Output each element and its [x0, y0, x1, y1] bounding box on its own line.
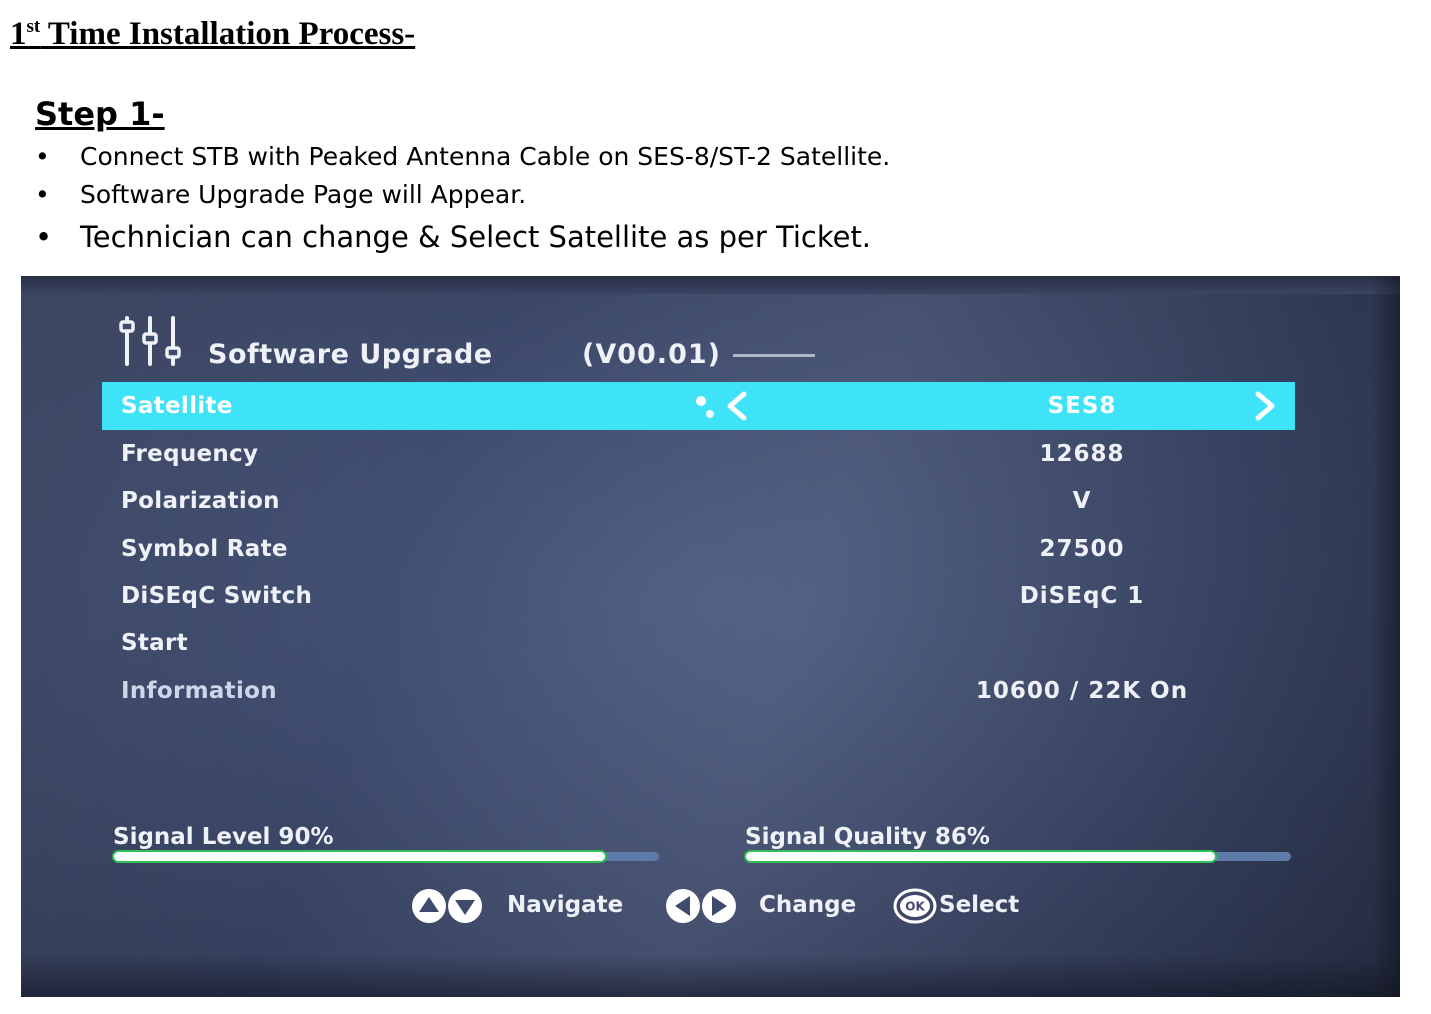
row-label: Polarization	[121, 488, 280, 514]
row-label: Symbol Rate	[121, 536, 288, 562]
bullet-marker: •	[35, 142, 50, 171]
menu-title: Software Upgrade	[208, 339, 493, 370]
down-arrow-button-icon	[448, 889, 482, 923]
left-arrow-button-icon	[666, 889, 700, 923]
tv-screen-photo: Software Upgrade (V00.01) Satellite SES8…	[21, 276, 1400, 997]
row-label: Start	[121, 630, 188, 656]
signal-level-label: Signal Level 90%	[113, 824, 334, 850]
select-hint: Select	[939, 892, 1020, 918]
firmware-version: (V00.01)	[582, 339, 721, 370]
instruction-item: • Connect STB with Peaked Antenna Cable o…	[35, 142, 890, 180]
bullet-marker: •	[35, 220, 53, 254]
change-hint: Change	[759, 892, 857, 918]
screen-bottom-edge	[21, 955, 1400, 997]
instruction-list: • Connect STB with Peaked Antenna Cable o…	[35, 142, 890, 255]
signal-level-bar	[114, 852, 659, 861]
menu-row-polarization[interactable]: Polarization V	[102, 477, 1295, 525]
title-superscript: st	[26, 16, 41, 37]
signal-quality-fill	[746, 852, 1215, 861]
document-title: 1st Time Installation Process-	[10, 16, 415, 52]
chevron-left-icon[interactable]	[724, 391, 750, 421]
instruction-item: • Technician can change & Select Satellit…	[35, 220, 890, 255]
equalizer-settings-icon	[119, 316, 181, 366]
menu-row-diseqc-switch[interactable]: DiSEqC Switch DiSEqC 1	[102, 572, 1295, 620]
chevron-right-icon[interactable]	[1252, 391, 1278, 421]
signal-level-fill	[114, 852, 605, 861]
screen-glare	[696, 396, 714, 418]
title-number: 1	[10, 16, 27, 52]
row-value: V	[1072, 488, 1092, 514]
row-label: DiSEqC Switch	[121, 583, 313, 609]
title-text: Time Installation Process-	[40, 16, 416, 52]
remote-key-legend: Navigate Change OK Select	[411, 888, 1051, 924]
instruction-text: Software Upgrade Page will Appear.	[80, 180, 527, 209]
menu-row-information: Information 10600 / 22K On	[102, 667, 1295, 715]
up-arrow-button-icon	[412, 889, 446, 923]
screen-top-edge	[21, 276, 1400, 294]
title-divider	[733, 354, 815, 357]
signal-quality-bar	[746, 852, 1291, 861]
row-value: DiSEqC 1	[1019, 583, 1145, 609]
row-value: 10600 / 22K On	[975, 678, 1189, 704]
row-value: SES8	[1047, 393, 1117, 419]
right-arrow-button-icon	[702, 889, 736, 923]
ok-button-icon: OK	[893, 888, 937, 924]
row-label: Frequency	[121, 441, 259, 467]
row-label: Satellite	[121, 393, 233, 419]
menu-row-frequency[interactable]: Frequency 12688	[102, 430, 1295, 478]
instruction-text: Technician can change & Select Satellite…	[80, 220, 872, 254]
row-value: 12688	[1039, 441, 1125, 467]
signal-quality-label: Signal Quality 86%	[745, 824, 990, 850]
ok-glyph: OK	[905, 900, 925, 914]
step-heading: Step 1-	[35, 95, 165, 133]
navigate-hint: Navigate	[507, 892, 624, 918]
instruction-item: • Software Upgrade Page will Appear.	[35, 180, 890, 220]
bullet-marker: •	[35, 180, 50, 209]
menu-row-satellite[interactable]: Satellite SES8	[102, 382, 1295, 430]
row-label: Information	[121, 678, 277, 704]
row-value: 27500	[1039, 536, 1125, 562]
screen-right-edge	[1372, 276, 1400, 997]
instruction-text: Connect STB with Peaked Antenna Cable on…	[80, 142, 891, 171]
menu-row-symbol-rate[interactable]: Symbol Rate 27500	[102, 525, 1295, 573]
menu-row-start[interactable]: Start	[102, 619, 1295, 667]
